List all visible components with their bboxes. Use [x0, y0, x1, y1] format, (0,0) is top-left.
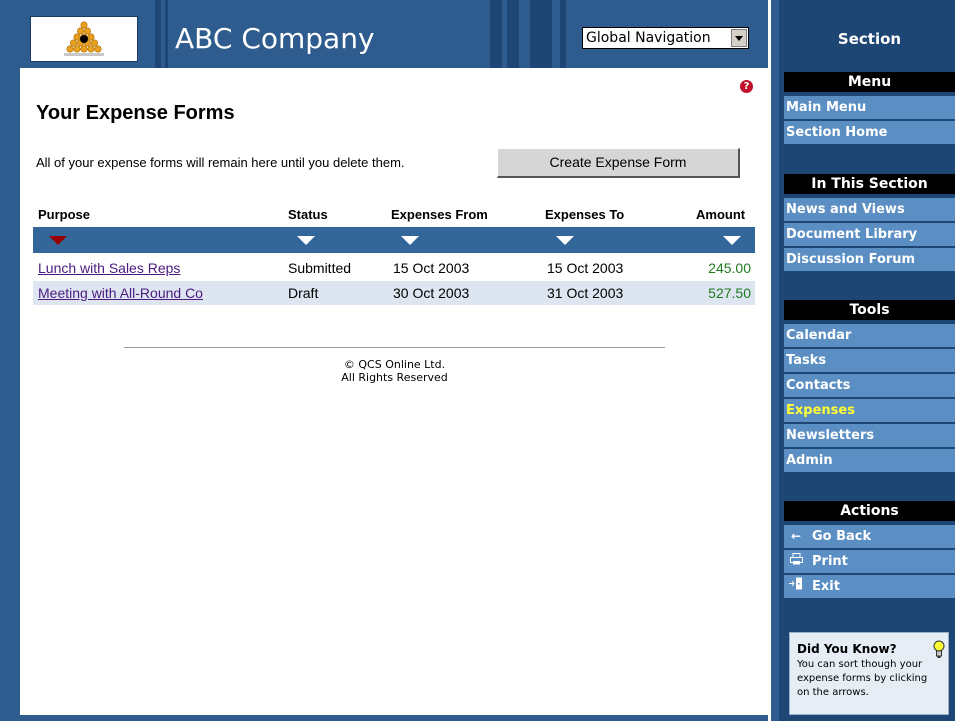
- print-label: Print: [812, 554, 848, 569]
- sort-amount-icon[interactable]: [723, 236, 741, 245]
- global-navigation-select[interactable]: Global Navigation: [582, 27, 749, 49]
- page-title: Your Expense Forms: [36, 102, 235, 124]
- company-name: ABC Company: [175, 22, 375, 55]
- expense-purpose-link[interactable]: Lunch with Sales Reps: [38, 260, 180, 276]
- tip-title: Did You Know?: [797, 642, 897, 656]
- sidebar-item-newsletters[interactable]: Newsletters: [784, 424, 955, 449]
- frame-divider: [771, 0, 779, 721]
- table-row: Lunch with Sales Reps Submitted 15 Oct 2…: [33, 256, 755, 280]
- help-icon[interactable]: ?: [740, 80, 753, 93]
- sidebar-item-document-library[interactable]: Document Library: [784, 223, 955, 248]
- sort-bar: [33, 227, 755, 253]
- exit-door-icon: [788, 575, 804, 598]
- header-stripe: [165, 0, 168, 68]
- printer-icon: [788, 550, 804, 573]
- in-this-section-heading: In This Section: [784, 174, 955, 194]
- section-sidebar: Section Menu Main Menu Section Home In T…: [784, 0, 955, 721]
- header-stripe: [155, 0, 161, 68]
- column-header-amount: Amount: [696, 207, 746, 222]
- expense-from-date: 15 Oct 2003: [393, 260, 470, 276]
- sidebar-title: Section: [837, 30, 902, 48]
- footer-divider: [124, 347, 665, 348]
- header-stripe: [530, 0, 552, 68]
- header-stripe: [490, 0, 502, 68]
- sort-expenses-from-icon[interactable]: [401, 236, 419, 245]
- did-you-know-tip: Did You Know? You can sort though your e…: [789, 632, 949, 715]
- sidebar-item-tasks[interactable]: Tasks: [784, 349, 955, 374]
- header-stripe: [507, 0, 519, 68]
- column-header-purpose: Purpose: [38, 207, 91, 222]
- bottom-frame: [0, 715, 768, 721]
- header-stripe: [560, 0, 566, 68]
- sidebar-item-news-and-views[interactable]: News and Views: [784, 198, 955, 223]
- content-corner: [20, 68, 50, 98]
- expense-purpose-link[interactable]: Meeting with All-Round Co: [38, 285, 203, 301]
- sidebar-item-section-home[interactable]: Section Home: [784, 121, 955, 146]
- column-header-expenses-from: Expenses From: [391, 207, 488, 222]
- column-header-expenses-to: Expenses To: [545, 207, 625, 222]
- sidebar-item-calendar[interactable]: Calendar: [784, 324, 955, 349]
- company-logo[interactable]: [30, 16, 138, 62]
- expense-to-date: 31 Oct 2003: [547, 285, 624, 301]
- menu-heading: Menu: [784, 72, 955, 92]
- exit-label: Exit: [812, 579, 840, 594]
- expense-status: Draft: [288, 285, 319, 301]
- sort-expenses-to-icon[interactable]: [556, 236, 574, 245]
- copyright-line: © QCS Online Ltd.: [343, 358, 446, 371]
- expense-to-date: 15 Oct 2003: [547, 260, 624, 276]
- go-back-label: Go Back: [812, 529, 872, 544]
- intro-text: All of your expense forms will remain he…: [36, 155, 405, 170]
- chevron-down-icon[interactable]: [731, 29, 747, 47]
- actions-heading: Actions: [784, 501, 955, 521]
- print-button[interactable]: Print: [784, 550, 955, 575]
- exit-button[interactable]: Exit: [784, 575, 955, 600]
- expense-amount: 527.50: [708, 285, 751, 301]
- column-header-status: Status: [288, 207, 328, 222]
- go-back-button[interactable]: ← Go Back: [784, 525, 955, 550]
- sidebar-item-expenses[interactable]: Expenses: [784, 399, 955, 424]
- lightbulb-icon: [933, 640, 945, 658]
- tip-text: You can sort though your expense forms b…: [797, 659, 928, 698]
- create-expense-form-button[interactable]: Create Expense Form: [497, 148, 740, 178]
- tools-heading: Tools: [784, 300, 955, 320]
- global-navigation-value: Global Navigation: [586, 30, 711, 46]
- sort-status-icon[interactable]: [297, 236, 315, 245]
- sidebar-item-discussion-forum[interactable]: Discussion Forum: [784, 248, 955, 273]
- table-row: Meeting with All-Round Co Draft 30 Oct 2…: [33, 281, 755, 305]
- left-frame: [0, 0, 20, 721]
- sort-purpose-icon[interactable]: [49, 236, 67, 245]
- expense-amount: 245.00: [708, 260, 751, 276]
- rights-line: All Rights Reserved: [341, 371, 448, 384]
- expense-from-date: 30 Oct 2003: [393, 285, 470, 301]
- sidebar-item-admin[interactable]: Admin: [784, 449, 955, 474]
- arrow-left-icon: ←: [790, 529, 802, 543]
- logo-pyramid-icon: [64, 21, 104, 56]
- sidebar-item-contacts[interactable]: Contacts: [784, 374, 955, 399]
- sidebar-item-main-menu[interactable]: Main Menu: [784, 96, 955, 121]
- expense-status: Submitted: [288, 260, 352, 276]
- footer-copyright: © QCS Online Ltd. All Rights Reserved: [124, 358, 665, 384]
